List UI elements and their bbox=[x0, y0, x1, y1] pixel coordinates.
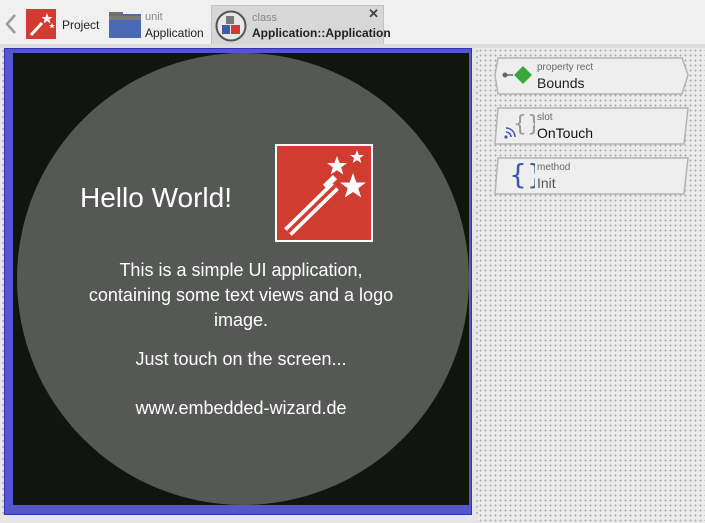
back-arrow-icon[interactable] bbox=[4, 13, 18, 35]
breadcrumb-project[interactable]: Project bbox=[24, 6, 104, 44]
breadcrumb-unit-name: Application bbox=[145, 26, 204, 40]
breadcrumb-class[interactable]: class Application::Application ✕ bbox=[211, 5, 391, 44]
description-text-view[interactable]: This is a simple UI application, contain… bbox=[13, 258, 469, 333]
breadcrumb-class-name: Application::Application bbox=[252, 26, 391, 40]
member-method-init[interactable]: {} method Init bbox=[494, 157, 689, 195]
unit-folder-icon bbox=[109, 12, 141, 38]
touch-hint-text: Just touch on the screen... bbox=[135, 349, 347, 369]
touch-hint-text-view[interactable]: Just touch on the screen... bbox=[13, 347, 469, 372]
breadcrumb-unit-kind: unit bbox=[145, 11, 163, 23]
member-name: OnTouch bbox=[537, 125, 594, 141]
breadcrumb-class-kind: class bbox=[252, 12, 278, 24]
editor-bottom-edge bbox=[0, 518, 478, 523]
member-kind: property rect bbox=[537, 62, 594, 73]
project-wand-icon bbox=[26, 9, 56, 39]
breadcrumb-unit[interactable]: unit Application bbox=[108, 6, 210, 44]
application-screen[interactable]: Hello World! This is a simple UI applica… bbox=[13, 53, 469, 505]
wand-logo-icon bbox=[284, 150, 366, 236]
class-icon bbox=[215, 10, 247, 42]
member-name: Init bbox=[537, 175, 556, 191]
property-diamond-icon bbox=[502, 66, 532, 84]
svg-text:{}: {} bbox=[513, 112, 535, 137]
breadcrumb-bar: Project unit Application class Applicati… bbox=[0, 0, 705, 45]
member-kind: slot bbox=[537, 112, 553, 123]
svg-text:{}: {} bbox=[509, 161, 535, 189]
logo-image[interactable] bbox=[275, 144, 373, 242]
close-icon[interactable]: ✕ bbox=[368, 7, 379, 21]
description-line: This is a simple UI application, bbox=[119, 260, 363, 280]
method-braces-icon: {} bbox=[509, 161, 535, 189]
member-name: Bounds bbox=[537, 75, 585, 91]
members-panel[interactable]: property rect Bounds {} slot OnTouch {} … bbox=[478, 48, 705, 523]
breadcrumb-project-label: Project bbox=[62, 18, 100, 32]
slot-braces-icon: {} bbox=[504, 112, 535, 139]
description-line: containing some text views and a logo bbox=[88, 285, 394, 305]
hello-text: Hello World! bbox=[80, 182, 232, 213]
application-frame[interactable]: Hello World! This is a simple UI applica… bbox=[4, 48, 472, 515]
website-text-view[interactable]: www.embedded-wizard.de bbox=[13, 396, 469, 421]
member-property-bounds[interactable]: property rect Bounds bbox=[494, 57, 689, 95]
description-line: image. bbox=[213, 310, 269, 330]
member-kind: method bbox=[537, 162, 571, 173]
member-slot-ontouch[interactable]: {} slot OnTouch bbox=[494, 107, 689, 145]
website-text: www.embedded-wizard.de bbox=[135, 398, 347, 418]
